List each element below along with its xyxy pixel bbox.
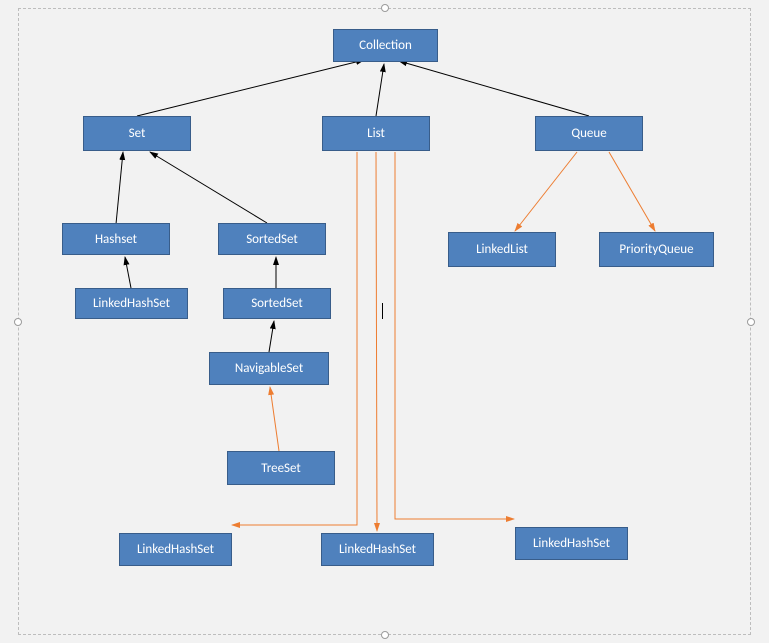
node-label: LinkedHashSet — [93, 296, 170, 311]
connector-queue-priorityqueue — [609, 152, 655, 231]
node-label: LinkedHashSet — [533, 536, 610, 551]
node-label: NavigableSet — [235, 361, 303, 376]
node-label: Collection — [359, 38, 412, 53]
connector-list-linkedhashset4 — [395, 152, 514, 519]
connector-linkedhashset-hashset — [125, 257, 131, 288]
diagram-canvas: Collection Set List Queue Hashset Sorted… — [18, 8, 751, 635]
selection-handle-bottom[interactable] — [381, 631, 389, 639]
node-label: TreeSet — [261, 461, 301, 476]
node-treeset[interactable]: TreeSet — [227, 451, 335, 485]
node-linkedhashset1[interactable]: LinkedHashSet — [75, 288, 188, 319]
connector-list-linkedhashset3 — [376, 152, 377, 531]
connector-set-collection — [137, 60, 364, 116]
node-linkedhashset2[interactable]: LinkedHashSet — [119, 533, 232, 566]
node-label: Hashset — [95, 232, 137, 247]
node-label: PriorityQueue — [619, 242, 693, 257]
node-sortedset1[interactable]: SortedSet — [218, 223, 326, 255]
node-hashset[interactable]: Hashset — [62, 223, 170, 255]
selection-handle-left[interactable] — [14, 318, 22, 326]
connector-sortedset-set — [150, 152, 267, 223]
node-label: SortedSet — [251, 296, 303, 311]
node-label: Queue — [571, 126, 606, 141]
selection-handle-right[interactable] — [747, 318, 755, 326]
connector-queue-linkedlist — [515, 152, 577, 231]
connector-queue-collection — [399, 61, 589, 116]
node-list[interactable]: List — [322, 116, 430, 151]
node-linkedhashset3[interactable]: LinkedHashSet — [321, 533, 434, 566]
node-label: LinkedHashSet — [137, 542, 214, 557]
connector-hashset-set — [116, 152, 123, 224]
node-collection[interactable]: Collection — [333, 29, 438, 62]
node-linkedlist[interactable]: LinkedList — [448, 232, 556, 267]
node-linkedhashset4[interactable]: LinkedHashSet — [515, 527, 628, 560]
selection-handle-top[interactable] — [381, 4, 389, 12]
text-cursor — [382, 303, 383, 319]
node-priorityqueue[interactable]: PriorityQueue — [599, 232, 714, 267]
node-label: LinkedList — [476, 242, 528, 257]
connector-treeset-navigableset — [270, 387, 279, 451]
node-label: Set — [129, 126, 146, 141]
node-label: List — [367, 126, 385, 141]
node-queue[interactable]: Queue — [535, 116, 643, 151]
node-set[interactable]: Set — [83, 116, 191, 151]
node-sortedset2[interactable]: SortedSet — [223, 288, 331, 319]
connector-list-collection — [376, 64, 384, 116]
node-label: SortedSet — [246, 232, 298, 247]
node-label: LinkedHashSet — [339, 542, 416, 557]
connector-navigableset-sortedset2 — [269, 321, 274, 352]
node-navigableset[interactable]: NavigableSet — [209, 352, 329, 385]
